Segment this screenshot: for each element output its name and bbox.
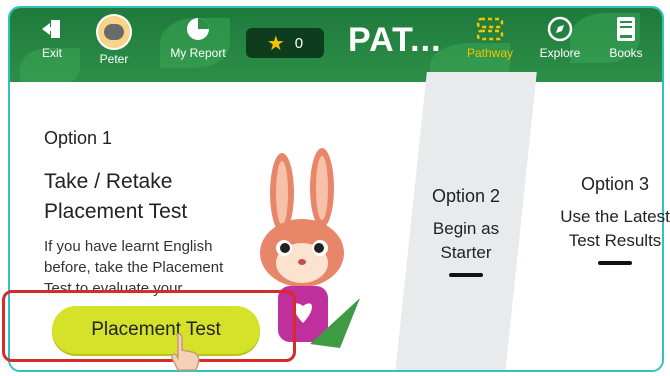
user-name-label: Peter bbox=[99, 52, 129, 66]
explore-label: Explore bbox=[539, 46, 581, 60]
top-navigation-bar: Exit Peter My Report ★ 0 PAT... Pathway bbox=[10, 8, 662, 82]
option-1-label: Option 1 bbox=[44, 128, 113, 148]
books-label: Books bbox=[609, 46, 643, 60]
exit-icon bbox=[37, 14, 67, 44]
option-1-description: If you have learnt English before, take … bbox=[44, 238, 224, 296]
option-1-title: Take / Retake Placement Test bbox=[44, 170, 188, 223]
books-tab[interactable]: Books bbox=[596, 14, 656, 60]
user-avatar bbox=[96, 14, 132, 50]
highlight-box bbox=[2, 290, 296, 362]
books-icon bbox=[611, 14, 641, 44]
option-3[interactable]: Option 3 Use the Latest Test Results bbox=[560, 174, 670, 265]
my-report-label: My Report bbox=[170, 46, 226, 60]
report-pie-icon bbox=[183, 14, 213, 44]
exit-button[interactable]: Exit bbox=[22, 14, 82, 60]
hand-pointer-icon bbox=[171, 333, 200, 371]
explore-tab[interactable]: Explore bbox=[530, 14, 590, 60]
option-2-text: Begin as Starter bbox=[432, 219, 500, 262]
pathway-tab[interactable]: Pathway bbox=[460, 14, 520, 60]
star-counter: ★ 0 bbox=[246, 28, 324, 58]
exit-label: Exit bbox=[41, 46, 62, 60]
option-3-text: Use the Latest Test Results bbox=[560, 207, 670, 250]
star-count: 0 bbox=[294, 34, 304, 52]
option-3-dash bbox=[598, 261, 632, 265]
option-3-label: Option 3 bbox=[580, 174, 650, 194]
page-title: PAT... bbox=[348, 21, 442, 59]
pathway-icon bbox=[475, 14, 505, 44]
pathway-label: Pathway bbox=[466, 46, 514, 60]
option-2-label: Option 2 bbox=[431, 186, 501, 206]
option-2[interactable]: Option 2 Begin as Starter bbox=[416, 186, 516, 277]
my-report-button[interactable]: My Report bbox=[158, 14, 238, 60]
star-icon: ★ bbox=[266, 32, 285, 55]
explore-compass-icon bbox=[545, 14, 575, 44]
user-profile-button[interactable]: Peter bbox=[84, 14, 144, 66]
option-2-dash bbox=[449, 273, 483, 277]
